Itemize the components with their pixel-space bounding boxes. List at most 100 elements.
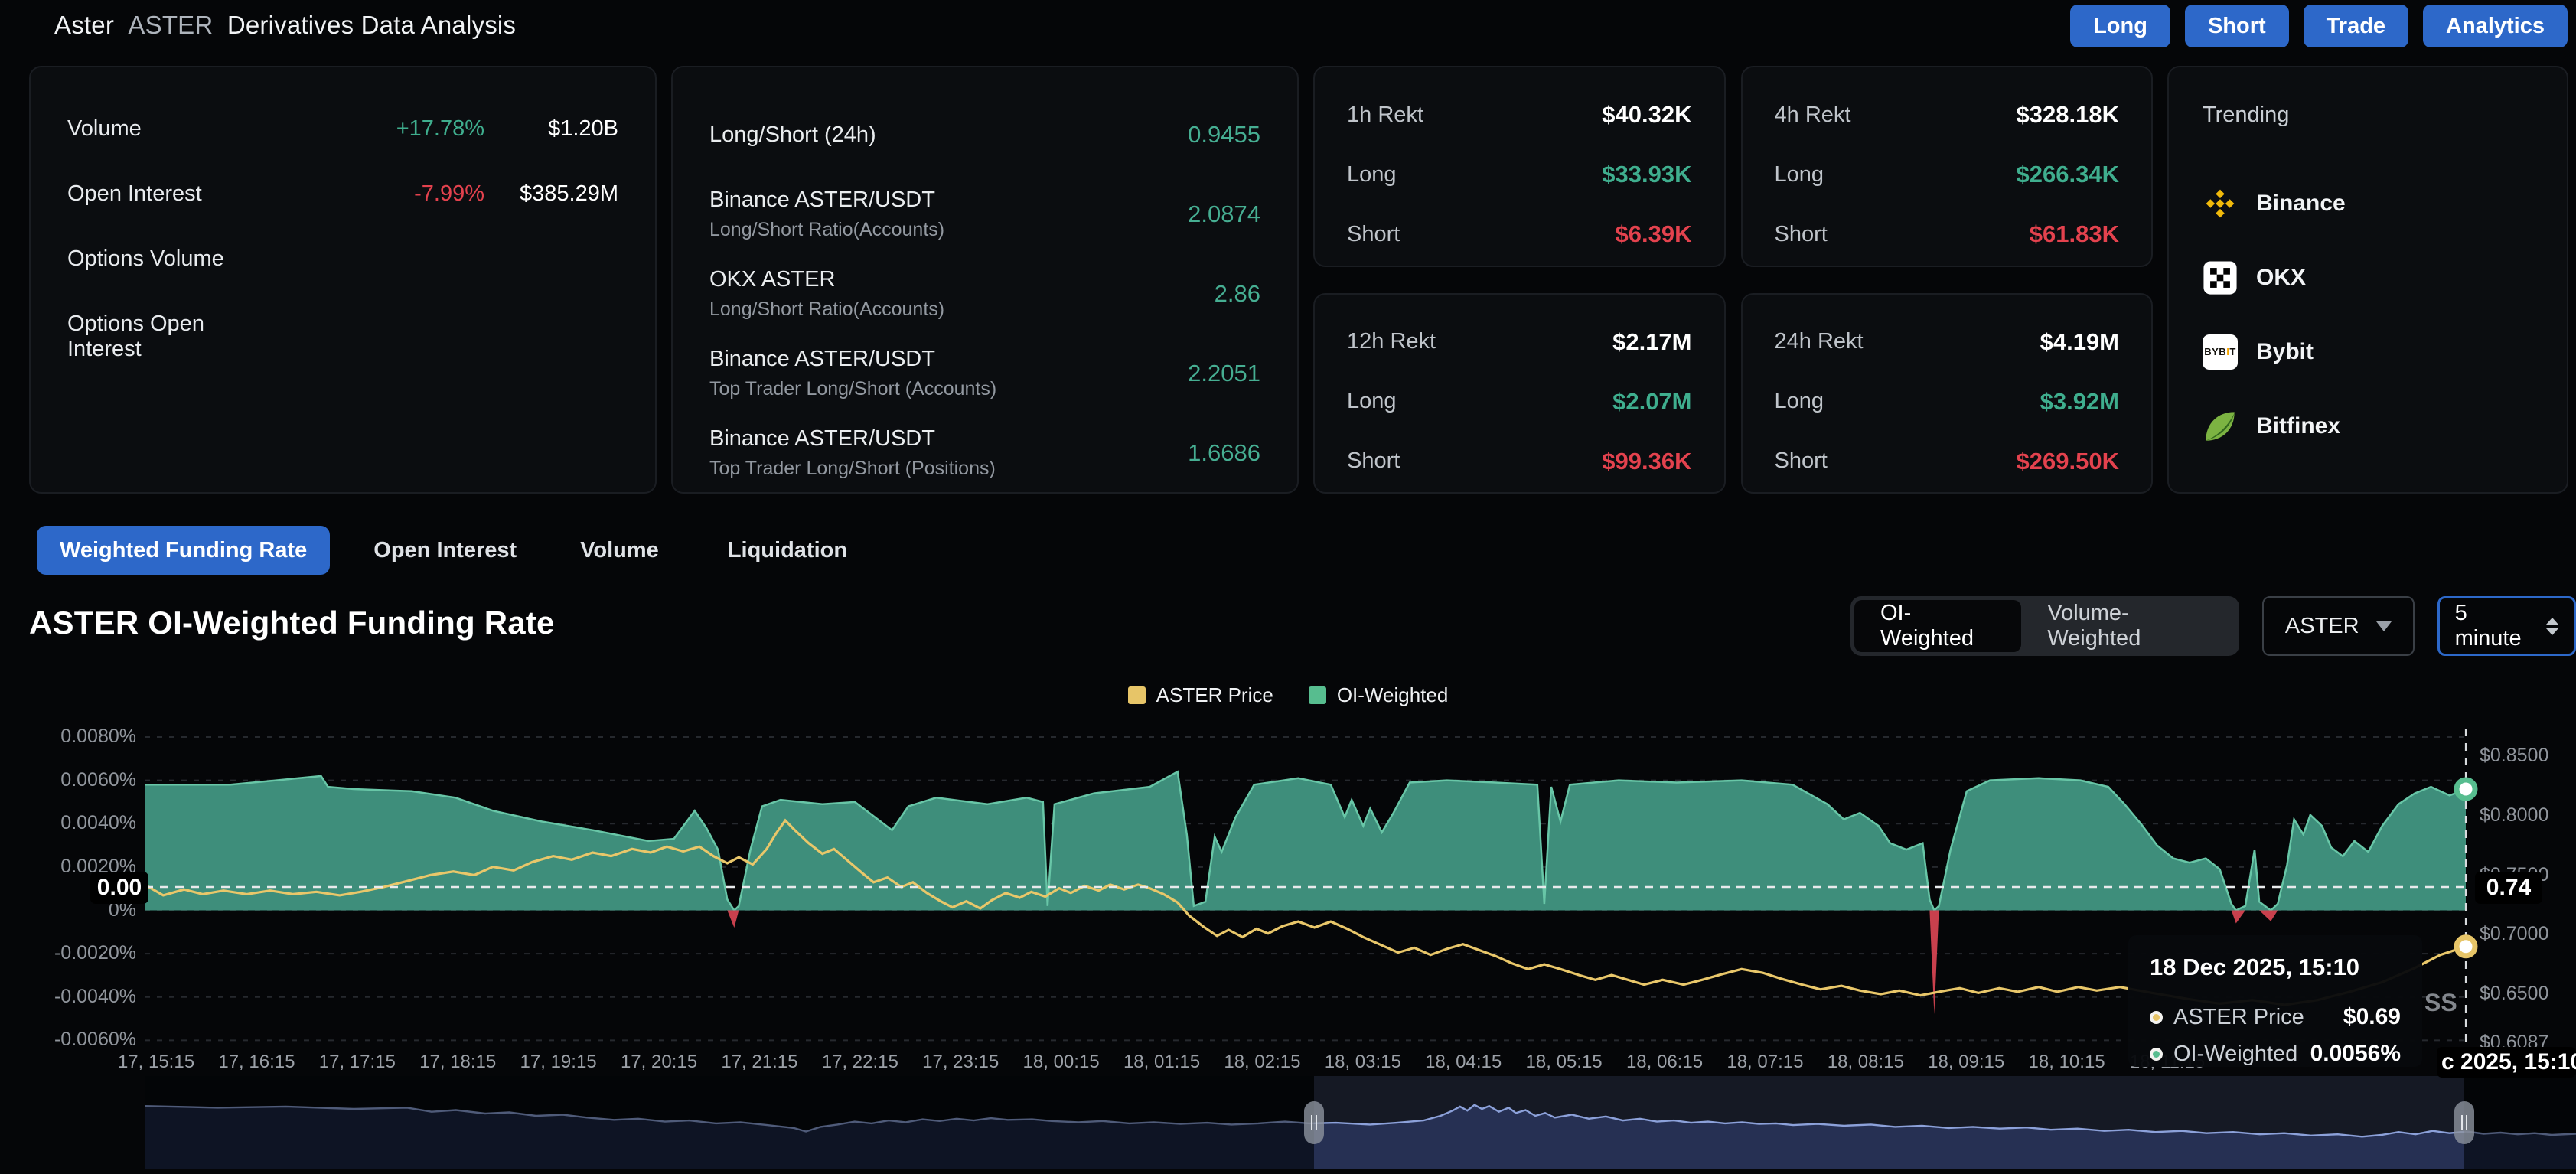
y-axis-label-left: 0.0060% xyxy=(0,769,136,791)
rekt-label: 24h Rekt xyxy=(1775,329,2040,354)
legend-item-aster-price[interactable]: ASTER Price xyxy=(1128,683,1273,707)
watermark-text: SS xyxy=(2424,989,2457,1017)
exchange-name: Bitfinex xyxy=(2256,413,2340,439)
trending-item-bitfinex[interactable]: Bitfinex xyxy=(2203,389,2533,463)
y-axis-label-right: $0.8000 xyxy=(2480,804,2576,827)
tab-liquidation[interactable]: Liquidation xyxy=(728,538,847,563)
y-axis-label-left: -0.0020% xyxy=(0,942,136,964)
ratio-title: Long/Short (24h) xyxy=(709,122,876,147)
stat-row-options-open-interest: Options Open Interest xyxy=(67,311,618,362)
rekt-long-value: $3.92M xyxy=(2040,388,2119,416)
exchange-name: Binance xyxy=(2256,191,2346,217)
rekt-short-label: Short xyxy=(1775,448,2017,474)
chart-title: ASTER OI-Weighted Funding Rate xyxy=(29,605,555,641)
tab-open-interest[interactable]: Open Interest xyxy=(373,538,517,563)
stat-change: +17.78% xyxy=(270,116,484,142)
tab-weighted-funding-rate[interactable]: Weighted Funding Rate xyxy=(37,526,330,575)
crosshair-right-badge: 0.74 xyxy=(2475,872,2542,904)
tooltip-label: ASTER Price xyxy=(2173,1005,2343,1030)
chart-legend: ASTER Price OI-Weighted xyxy=(0,683,2576,707)
y-axis-label-right: $0.7000 xyxy=(2480,923,2576,945)
navigator-right-handle[interactable] xyxy=(2454,1101,2474,1144)
rekt-long-value: $2.07M xyxy=(1612,388,1691,416)
ratio-subtitle: Top Trader Long/Short (Positions) xyxy=(709,458,1188,480)
chart-controls: OI-Weighted Volume-Weighted ASTER 5 minu… xyxy=(1850,596,2576,656)
stat-row-options-volume: Options Volume xyxy=(67,246,618,272)
y-axis-label-left: -0.0060% xyxy=(0,1029,136,1051)
y-axis-label-left: 0.0080% xyxy=(0,726,136,748)
tab-volume[interactable]: Volume xyxy=(580,538,659,563)
toggle-volume-weighted[interactable]: Volume-Weighted xyxy=(2021,600,2235,652)
ratio-value: 2.86 xyxy=(1215,280,1260,308)
rekt-long-label: Long xyxy=(1347,389,1612,414)
crosshair-time-badge: c 2025, 15:10 xyxy=(2437,1047,2576,1078)
stat-value: $385.29M xyxy=(484,181,618,207)
ratio-title: OKX ASTER xyxy=(709,267,1215,292)
rekt-long-label: Long xyxy=(1775,162,2017,188)
header-actions: Long Short Trade Analytics xyxy=(2070,5,2568,47)
rekt-card-12h: 12h Rekt$2.17M Long$2.07M Short$99.36K xyxy=(1313,293,1726,494)
short-button[interactable]: Short xyxy=(2185,5,2289,47)
legend-label: ASTER Price xyxy=(1156,683,1273,707)
trending-item-binance[interactable]: Binance xyxy=(2203,166,2533,240)
page-title-symbol: ASTER xyxy=(128,11,213,39)
rekt-long-label: Long xyxy=(1775,389,2040,414)
chart-range-navigator[interactable] xyxy=(145,1076,2576,1169)
ratio-title: Binance ASTER/USDT xyxy=(709,347,1188,372)
legend-label: OI-Weighted xyxy=(1337,683,1448,707)
toggle-oi-weighted[interactable]: OI-Weighted xyxy=(1854,600,2021,652)
price-dot-icon xyxy=(2150,1011,2163,1024)
updown-chevrons-icon xyxy=(2546,618,2558,635)
stat-label: Options Open Interest xyxy=(67,311,270,362)
stat-row-open-interest: Open Interest -7.99% $385.29M xyxy=(67,181,618,207)
bitfinex-icon xyxy=(2203,409,2238,444)
crosshair-left-badge: 0.00 xyxy=(90,872,148,904)
rekt-short-value: $61.83K xyxy=(2030,220,2119,248)
ratio-value: 1.6686 xyxy=(1188,439,1260,467)
ratio-title: Binance ASTER/USDT xyxy=(709,188,1188,213)
weighting-toggle: OI-Weighted Volume-Weighted xyxy=(1850,596,2239,656)
navigator-svg xyxy=(145,1076,2576,1169)
ratio-row: OKX ASTER Long/Short Ratio(Accounts) 2.8… xyxy=(709,266,1260,321)
derivatives-dashboard: Aster ASTER Derivatives Data Analysis Lo… xyxy=(0,0,2576,1174)
chart-tabs: Weighted Funding Rate Open Interest Volu… xyxy=(37,526,847,575)
legend-item-oi-weighted[interactable]: OI-Weighted xyxy=(1309,683,1448,707)
rekt-short-label: Short xyxy=(1347,222,1616,247)
trade-button[interactable]: Trade xyxy=(2304,5,2408,47)
pair-dropdown[interactable]: ASTER xyxy=(2262,596,2415,656)
binance-icon xyxy=(2203,186,2238,221)
pair-dropdown-value: ASTER xyxy=(2285,614,2359,639)
rekt-total: $2.17M xyxy=(1612,328,1691,356)
exchange-name: OKX xyxy=(2256,265,2306,291)
ratio-row: Binance ASTER/USDT Top Trader Long/Short… xyxy=(709,346,1260,401)
stat-value: $1.20B xyxy=(484,116,618,142)
oi-dot-icon xyxy=(2150,1048,2163,1061)
rekt-label: 1h Rekt xyxy=(1347,103,1602,128)
ratio-value: 2.0874 xyxy=(1188,201,1260,228)
tooltip-row: OI-Weighted 0.0056% xyxy=(2150,1041,2401,1067)
tooltip-label: OI-Weighted xyxy=(2173,1042,2310,1067)
bybit-icon: BYBIT xyxy=(2203,334,2238,370)
trending-item-bybit[interactable]: BYBIT Bybit xyxy=(2203,315,2533,389)
rekt-short-value: $6.39K xyxy=(1616,220,1692,248)
rekt-card-1h: 1h Rekt$40.32K Long$33.93K Short$6.39K xyxy=(1313,66,1726,267)
interval-select[interactable]: 5 minute xyxy=(2437,596,2576,656)
stat-label: Open Interest xyxy=(67,181,270,207)
long-button[interactable]: Long xyxy=(2070,5,2170,47)
legend-swatch xyxy=(1128,686,1146,704)
rekt-total: $328.18K xyxy=(2017,101,2119,129)
tooltip-row: ASTER Price $0.69 xyxy=(2150,1004,2401,1030)
rekt-short-label: Short xyxy=(1775,222,2030,247)
stat-label: Options Volume xyxy=(67,246,270,272)
navigator-left-handle[interactable] xyxy=(1304,1101,1324,1144)
ratio-subtitle: Long/Short Ratio(Accounts) xyxy=(709,298,1215,321)
trending-item-okx[interactable]: OKX xyxy=(2203,240,2533,315)
ratio-subtitle: Top Trader Long/Short (Accounts) xyxy=(709,378,1188,400)
ratio-value: 0.9455 xyxy=(1188,121,1260,148)
rekt-label: 12h Rekt xyxy=(1347,329,1612,354)
analytics-button[interactable]: Analytics xyxy=(2423,5,2568,47)
rekt-total: $40.32K xyxy=(1602,101,1691,129)
tooltip-value: 0.0056% xyxy=(2310,1041,2401,1067)
page-title-coin: Aster xyxy=(54,11,114,39)
trending-card: Trending Binance xyxy=(2167,66,2568,494)
